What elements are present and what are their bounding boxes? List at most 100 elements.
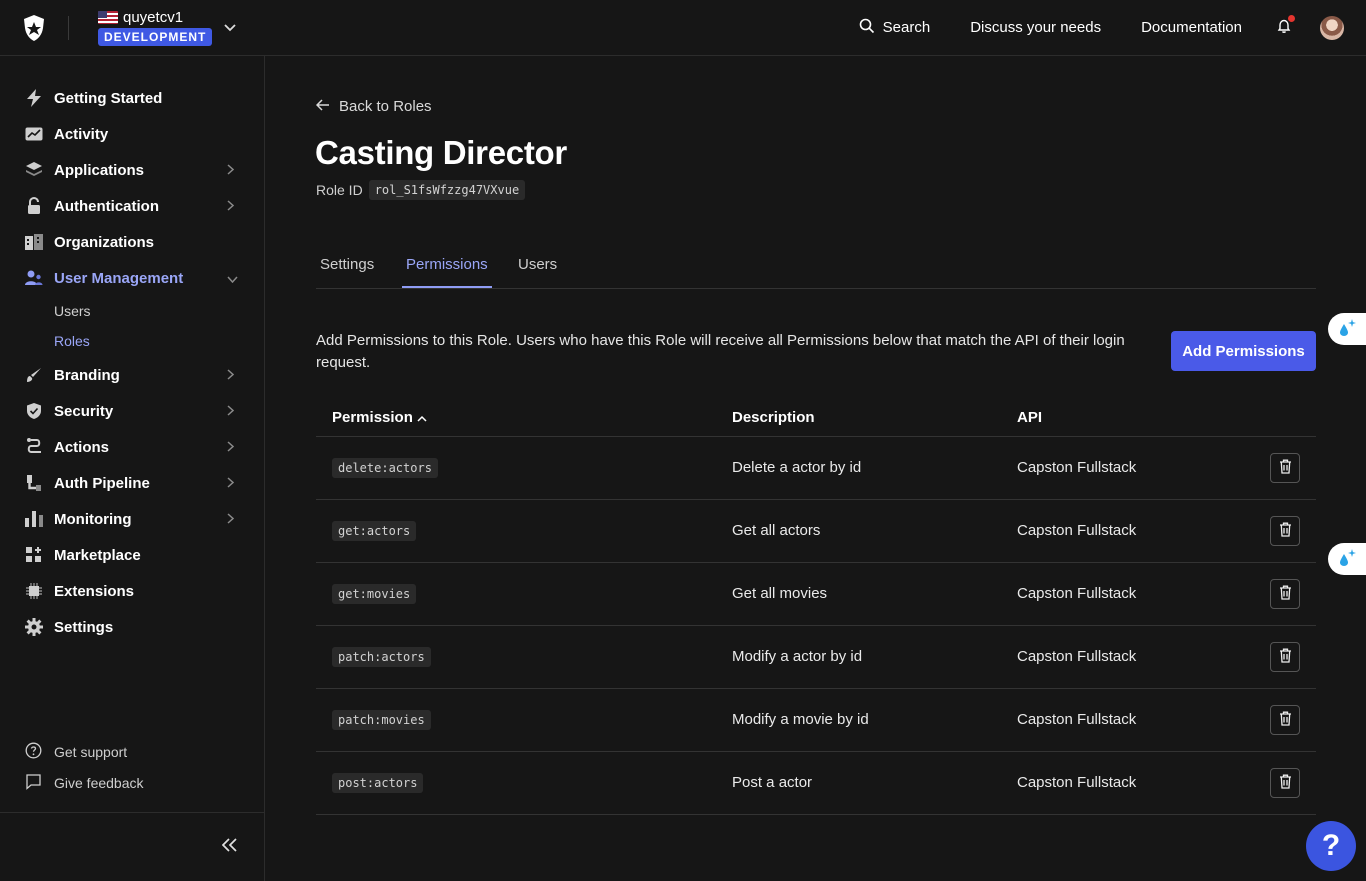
trash-icon [1279,585,1292,603]
search-icon [859,18,875,38]
give-feedback-link[interactable]: Give feedback [25,773,144,793]
tab-users[interactable]: Users [514,248,561,288]
sidebar-item-label: Marketplace [54,546,141,564]
chevron-down-icon [227,270,238,286]
droplet-sparkle-icon [1337,318,1357,341]
table-row: patch:movies Modify a movie by id Capsto… [316,689,1316,752]
sidebar-subitem-users[interactable]: Users [54,303,91,319]
sidebar-item-authentication[interactable]: Authentication [0,188,264,224]
trash-icon [1279,648,1292,666]
add-permissions-button[interactable]: Add Permissions [1171,331,1316,371]
auth0-logo-icon[interactable] [21,13,47,43]
sidebar-item-label: Organizations [54,233,155,251]
chevron-down-icon[interactable] [224,19,236,35]
chevron-right-icon [227,439,235,455]
extension-float-button[interactable] [1328,543,1366,575]
permission-api: Capston Fullstack [1017,585,1137,602]
extension-float-button[interactable] [1328,313,1366,345]
page-title: Casting Director [315,134,567,171]
sidebar-item-getting-started[interactable]: Getting Started [0,80,264,116]
column-header-description: Description [732,409,815,426]
notifications-button[interactable] [1276,15,1295,37]
permission-description: Modify a actor by id [732,648,863,665]
sidebar-item-branding[interactable]: Branding [0,357,264,393]
sidebar-item-label: Auth Pipeline [54,474,150,492]
sidebar-item-label: Getting Started [54,89,163,107]
permission-description: Post a actor [732,774,813,791]
sort-ascending-icon [417,409,427,426]
permission-description: Modify a movie by id [732,711,869,728]
sidebar-item-actions[interactable]: Actions [0,429,264,465]
permission-name: get:movies [332,584,417,604]
tab-bar: Settings Permissions Users [316,248,1316,289]
search-label: Search [882,19,931,36]
sidebar-item-monitoring[interactable]: Monitoring [0,501,264,537]
trash-icon [1279,459,1292,477]
activity-chart-icon [25,125,43,143]
delete-permission-button[interactable] [1270,642,1300,672]
permission-api: Capston Fullstack [1017,648,1137,665]
back-label: Back to Roles [339,98,432,115]
table-row: patch:actors Modify a actor by id Capsto… [316,626,1316,689]
header-divider [68,15,69,40]
sidebar-item-label: User Management [54,269,184,287]
give-feedback-label: Give feedback [54,775,144,791]
chevron-right-icon [227,511,235,527]
tenant-switcher[interactable]: quyetcv1 DEVELOPMENT [98,9,213,46]
collapse-sidebar-icon[interactable] [221,838,238,855]
lightning-icon [25,89,43,107]
get-support-link[interactable]: Get support [25,742,127,762]
tab-permissions[interactable]: Permissions [402,248,492,288]
pipeline-icon [25,474,43,492]
sidebar-item-applications[interactable]: Applications [0,152,264,188]
permission-api: Capston Fullstack [1017,774,1137,791]
sidebar-item-marketplace[interactable]: Marketplace [0,537,264,573]
help-chat-button[interactable]: ? [1306,821,1356,871]
sidebar-item-label: Monitoring [54,510,132,528]
trash-icon [1279,711,1292,729]
chevron-right-icon [227,475,235,491]
gear-icon [25,618,43,636]
permission-name: delete:actors [332,458,438,478]
permission-name: patch:actors [332,647,431,667]
users-icon [25,269,43,287]
discuss-needs-link[interactable]: Discuss your needs [970,19,1101,36]
sidebar-item-user-management[interactable]: User Management [0,260,264,296]
permission-name: patch:movies [332,710,431,730]
delete-permission-button[interactable] [1270,516,1300,546]
sidebar-item-label: Activity [54,125,109,143]
notification-dot [1288,15,1295,22]
delete-permission-button[interactable] [1270,453,1300,483]
table-row: get:movies Get all movies Capston Fullst… [316,563,1316,626]
sidebar: Getting Started Activity Applications Au… [0,56,265,881]
chip-icon [25,582,43,600]
sidebar-item-security[interactable]: Security [0,393,264,429]
help-circle-icon [25,742,42,762]
search-button[interactable]: Search [859,18,931,38]
get-support-label: Get support [54,744,128,760]
permission-api: Capston Fullstack [1017,711,1137,728]
documentation-link[interactable]: Documentation [1141,19,1242,36]
feedback-icon [25,773,42,793]
delete-permission-button[interactable] [1270,768,1300,798]
sidebar-divider [0,812,264,813]
tab-settings[interactable]: Settings [316,248,378,288]
delete-permission-button[interactable] [1270,579,1300,609]
sidebar-item-organizations[interactable]: Organizations [0,224,264,260]
droplet-sparkle-icon [1337,548,1357,571]
sidebar-item-activity[interactable]: Activity [0,116,264,152]
sidebar-subitem-roles[interactable]: Roles [54,333,90,349]
permissions-table: Permission Description API delete:actors… [316,398,1316,815]
permission-name: get:actors [332,521,417,541]
table-row: delete:actors Delete a actor by id Capst… [316,437,1316,500]
sidebar-item-extensions[interactable]: Extensions [0,573,264,609]
chevron-right-icon [227,403,235,419]
column-header-permission[interactable]: Permission [332,409,427,426]
delete-permission-button[interactable] [1270,705,1300,735]
sidebar-item-auth-pipeline[interactable]: Auth Pipeline [0,465,264,501]
sidebar-item-settings[interactable]: Settings [0,609,264,645]
column-header-label: Permission [332,409,413,426]
environment-badge: DEVELOPMENT [98,28,213,46]
back-to-roles-link[interactable]: Back to Roles [315,98,432,115]
avatar[interactable] [1320,15,1344,40]
